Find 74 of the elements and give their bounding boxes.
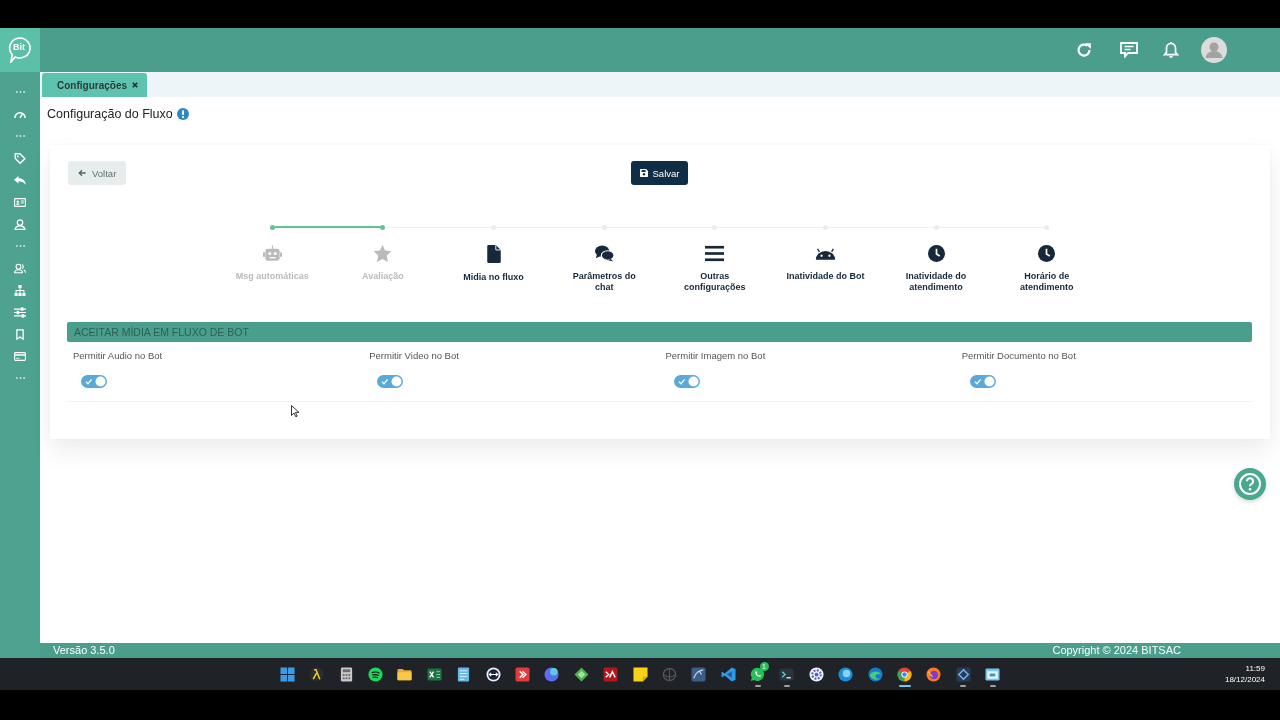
clock-time: 11:59	[1245, 663, 1265, 674]
zigzag-tile-icon[interactable]	[603, 666, 619, 682]
clock-icon	[1037, 245, 1057, 262]
document-icon	[486, 245, 501, 263]
step-button[interactable]: Horário de atendimento	[1006, 245, 1087, 293]
folder-icon[interactable]	[397, 666, 413, 682]
step-button[interactable]: Inatividade do atendimento	[896, 245, 977, 293]
sticky-note-icon[interactable]	[632, 666, 648, 682]
arrows-circle-icon[interactable]	[485, 666, 501, 682]
toggle-switch[interactable]	[969, 375, 996, 388]
save-button[interactable]: Salvar	[630, 161, 689, 185]
nested-diamond-icon[interactable]	[573, 666, 589, 682]
double-circle-icon[interactable]	[838, 666, 854, 682]
sliders-icon[interactable]	[14, 306, 26, 318]
robot-head-icon	[814, 248, 836, 260]
mouse-pointer-icon	[291, 405, 299, 417]
credit-card-icon[interactable]	[14, 350, 26, 362]
window-icon[interactable]	[985, 666, 1001, 682]
user-icon[interactable]	[14, 218, 26, 230]
info-icon[interactable]	[176, 108, 189, 120]
toggle-label: Permitir Audio no Bot	[73, 350, 163, 361]
clock-date: 18/12/2024	[1224, 674, 1265, 685]
users-icon[interactable]	[14, 262, 26, 274]
toggle-switch[interactable]	[673, 375, 700, 388]
notepad-icon[interactable]	[456, 666, 472, 682]
spreadsheet-icon[interactable]	[426, 666, 442, 682]
lambda-icon[interactable]	[309, 666, 325, 682]
curve-tile-icon[interactable]	[691, 666, 707, 682]
page-title: Configuração do Fluxo	[47, 106, 173, 122]
refresh-icon[interactable]	[1076, 42, 1092, 58]
logo: Bit	[8, 37, 32, 63]
segmented-circle-icon[interactable]	[897, 666, 912, 682]
gear-icon[interactable]	[808, 666, 824, 682]
sound-arcs-circle-icon[interactable]	[368, 666, 383, 682]
star-icon	[373, 245, 393, 262]
calculator-icon[interactable]	[338, 666, 354, 682]
arrow-left-icon	[78, 169, 86, 177]
double-chevron-icon[interactable]	[514, 666, 530, 682]
robot-icon	[262, 245, 282, 262]
toggle-switch[interactable]	[377, 375, 404, 388]
help-button[interactable]	[1234, 468, 1266, 500]
close-icon[interactable]	[132, 82, 138, 88]
toggle-label: Permitir Imagem no Bot	[665, 350, 766, 361]
question-mark-icon	[1239, 473, 1261, 495]
toggle-label: Permitir Documento no Bot	[961, 350, 1076, 361]
diamond-icon[interactable]	[955, 666, 971, 682]
step-button[interactable]: Outras configurações	[674, 245, 755, 293]
flame-circle-icon[interactable]	[926, 666, 942, 682]
bookmark-icon[interactable]	[14, 328, 26, 340]
back-button[interactable]: Voltar	[68, 161, 127, 185]
chat-bubble-icon[interactable]	[750, 666, 766, 682]
version-label: Versão 3.5.0	[53, 644, 115, 657]
terminal-icon[interactable]	[779, 666, 795, 682]
step-button[interactable]: Midia no fluxo	[463, 245, 524, 283]
tab[interactable]: Configurações	[42, 73, 147, 97]
step-button[interactable]: Inatividade do Bot	[786, 245, 865, 282]
disc-icon[interactable]	[544, 666, 560, 682]
tag-icon[interactable]	[14, 152, 26, 164]
chat-bubbles-icon	[594, 245, 614, 262]
reply-arrow-icon[interactable]	[14, 174, 26, 186]
toggle-label: Permitir Video no Bot	[369, 350, 459, 361]
step-button[interactable]: Parâmetros do chat	[564, 245, 645, 293]
code-ribbon-icon[interactable]	[720, 666, 736, 682]
section-header: ACEITAR MÍDIA EM FLUXO DE BOT	[67, 322, 1252, 342]
notification-bell-icon[interactable]	[1163, 42, 1179, 58]
sitemap-icon[interactable]	[14, 284, 26, 296]
toggle-switch[interactable]	[81, 375, 107, 388]
windows-grid-icon[interactable]	[279, 666, 295, 682]
message-icon[interactable]	[1120, 42, 1138, 58]
menu-icon	[705, 245, 725, 262]
id-card-icon[interactable]	[14, 196, 26, 208]
copyright-text: Copyright © 2024 BITSAC	[1052, 644, 1181, 657]
wave-circle-icon[interactable]	[867, 666, 883, 682]
clock-icon	[926, 245, 946, 262]
